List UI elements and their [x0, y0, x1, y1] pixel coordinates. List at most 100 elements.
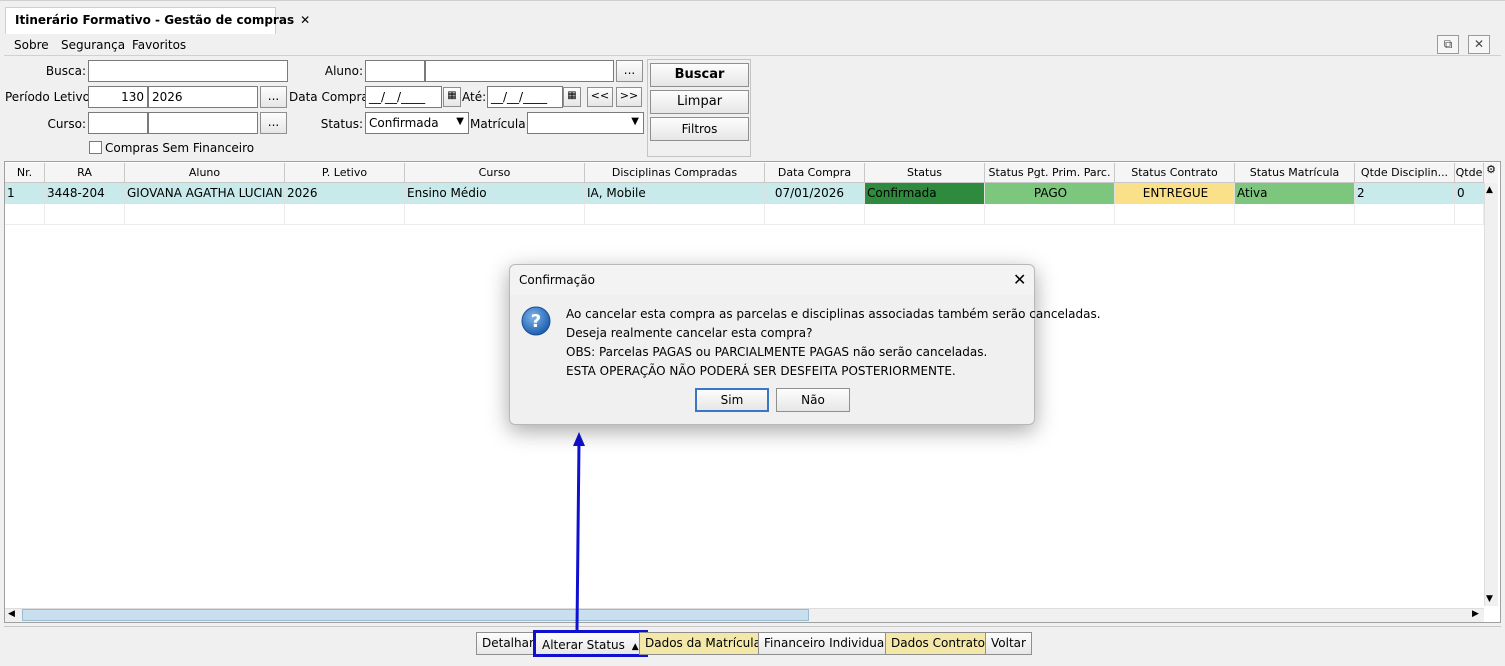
dialog-message-line4: ESTA OPERAÇÃO NÃO PODERÁ SER DESFEITA PO…	[566, 364, 956, 378]
next-button[interactable]: >>	[616, 87, 642, 107]
tab-close-icon[interactable]: ✕	[300, 13, 310, 27]
scroll-left-icon[interactable]: ◀	[8, 609, 15, 619]
menu-sobre[interactable]: Sobre	[14, 38, 49, 52]
empty-row-cell	[765, 204, 865, 225]
column-header-ra[interactable]: RA	[45, 163, 125, 183]
aluno-name-input[interactable]	[425, 60, 614, 82]
tab-gestao-compras[interactable]: Itinerário Formativo - Gestão de compras…	[5, 7, 310, 34]
status-select[interactable]: Confirmada ▼	[365, 112, 469, 134]
column-header-curso[interactable]: Curso	[405, 163, 585, 183]
annotation-arrow	[573, 432, 585, 631]
periodo-year-input[interactable]: 2026	[148, 86, 258, 108]
calendar-icon-compra[interactable]: ▦	[443, 87, 461, 107]
svg-text:?: ?	[531, 311, 541, 332]
chevron-down-icon: ▼	[631, 116, 639, 127]
aluno-label: Aluno:	[324, 64, 363, 78]
curso-name-input[interactable]	[148, 112, 258, 134]
popout-icon[interactable]: ⧉	[1437, 35, 1459, 54]
empty-row-cell	[1115, 204, 1235, 225]
aluno-code-input[interactable]	[365, 60, 425, 82]
detalhar-button[interactable]: Detalhar	[476, 632, 540, 655]
alterar-status-label: Alterar Status	[542, 638, 625, 652]
column-header-qtde-disciplinas[interactable]: Qtde Disciplin...	[1355, 163, 1455, 183]
empty-row-cell	[985, 204, 1115, 225]
scroll-right-icon[interactable]: ▶	[1472, 609, 1479, 619]
ate-label: Até:	[462, 90, 487, 104]
column-settings-icon[interactable]: ⚙	[1484, 163, 1498, 183]
table-cell-p-letivo[interactable]: 2026	[285, 183, 405, 204]
empty-row-cell	[5, 204, 45, 225]
prev-button[interactable]: <<	[587, 87, 613, 107]
curso-lookup-button[interactable]: ...	[260, 112, 287, 134]
column-header-qtde[interactable]: Qtde	[1455, 163, 1484, 183]
confirmation-dialog: Confirmação ✕ ? Ao cancelar esta compra …	[509, 264, 1101, 425]
curso-code-input[interactable]	[88, 112, 148, 134]
table-cell-status-contrato[interactable]: ENTREGUE	[1115, 183, 1235, 204]
compras-sem-financeiro-label: Compras Sem Financeiro	[105, 141, 255, 155]
busca-input[interactable]	[88, 60, 288, 82]
column-header-status-contrato[interactable]: Status Contrato	[1115, 163, 1235, 183]
table-cell-aluno[interactable]: GIOVANA AGATHA LUCIAN...	[125, 183, 285, 204]
table-cell-status[interactable]: Confirmada	[865, 183, 985, 204]
sim-button[interactable]: Sim	[695, 388, 769, 412]
column-header-nr[interactable]: Nr.	[5, 163, 45, 183]
table-cell-nr[interactable]: 1	[5, 183, 45, 204]
curso-label: Curso:	[47, 117, 86, 131]
table-cell-ra[interactable]: 3448-204	[45, 183, 125, 204]
table-cell-qtde-disciplinas[interactable]: 2	[1355, 183, 1455, 204]
column-header-p-letivo[interactable]: P. Letivo	[285, 163, 405, 183]
status-label: Status:	[320, 117, 363, 131]
table-cell-qtde[interactable]: 0	[1455, 183, 1484, 204]
calendar-icon-ate[interactable]: ▦	[563, 87, 581, 107]
menu-seguranca[interactable]: Segurança	[61, 38, 125, 52]
horizontal-scrollbar-thumb[interactable]	[22, 609, 809, 621]
column-header-data-compra[interactable]: Data Compra	[765, 163, 865, 183]
dados-matricula-button[interactable]: Dados da Matrícula	[639, 632, 767, 655]
dialog-title: Confirmação	[519, 273, 595, 287]
table-cell-curso[interactable]: Ensino Médio	[405, 183, 585, 204]
chevron-up-icon: ▲	[631, 642, 639, 652]
alterar-status-button[interactable]: Alterar Status ▲	[533, 630, 648, 657]
limpar-button[interactable]: Limpar	[650, 90, 749, 114]
column-header-disciplinas[interactable]: Disciplinas Compradas	[585, 163, 765, 183]
empty-row-cell	[1235, 204, 1355, 225]
empty-row-cell	[1455, 204, 1484, 225]
nao-button[interactable]: Não	[776, 388, 850, 412]
chevron-down-icon: ▼	[456, 116, 464, 127]
scroll-down-icon[interactable]: ▼	[1486, 594, 1493, 604]
scroll-up-icon[interactable]: ▲	[1486, 185, 1493, 195]
table-cell-data-compra[interactable]: 07/01/2026	[765, 183, 865, 204]
data-compra-label: Data Compra:	[289, 90, 373, 104]
vertical-scrollbar[interactable]	[1484, 183, 1498, 606]
menu-favoritos[interactable]: Favoritos	[132, 38, 186, 52]
matricula-select[interactable]: ▼	[527, 112, 644, 134]
aluno-lookup-button[interactable]: ...	[616, 60, 643, 82]
empty-row-cell	[285, 204, 405, 225]
ate-input[interactable]: __/__/____	[487, 86, 563, 108]
periodo-lookup-button[interactable]: ...	[260, 86, 287, 108]
busca-label: Busca:	[45, 64, 86, 78]
empty-row-cell	[585, 204, 765, 225]
column-header-aluno[interactable]: Aluno	[125, 163, 285, 183]
close-window-icon[interactable]: ✕	[1468, 35, 1490, 54]
empty-row-cell	[1355, 204, 1455, 225]
periodo-label: Período Letivo:	[5, 90, 94, 104]
voltar-button[interactable]: Voltar	[985, 632, 1032, 655]
table-cell-status-pgt[interactable]: PAGO	[985, 183, 1115, 204]
compras-sem-financeiro-checkbox[interactable]	[89, 141, 102, 154]
buscar-button[interactable]: Buscar	[650, 63, 749, 87]
dialog-message-line2: Deseja realmente cancelar esta compra?	[566, 326, 813, 340]
financeiro-individual-button[interactable]: Financeiro Individual	[758, 632, 894, 655]
empty-row-cell	[125, 204, 285, 225]
dialog-close-icon[interactable]: ✕	[1013, 270, 1026, 289]
periodo-code-input[interactable]: 130	[88, 86, 148, 108]
column-header-status[interactable]: Status	[865, 163, 985, 183]
dados-contrato-button[interactable]: Dados Contrato	[885, 632, 991, 655]
column-header-status-pgt[interactable]: Status Pgt. Prim. Parc.	[985, 163, 1115, 183]
data-compra-input[interactable]: __/__/____	[365, 86, 442, 108]
column-header-status-matricula[interactable]: Status Matrícula	[1235, 163, 1355, 183]
table-cell-status-matricula[interactable]: Ativa	[1235, 183, 1355, 204]
table-cell-disciplinas[interactable]: IA, Mobile	[585, 183, 765, 204]
filtros-button[interactable]: Filtros	[650, 117, 749, 141]
empty-row-cell	[405, 204, 585, 225]
